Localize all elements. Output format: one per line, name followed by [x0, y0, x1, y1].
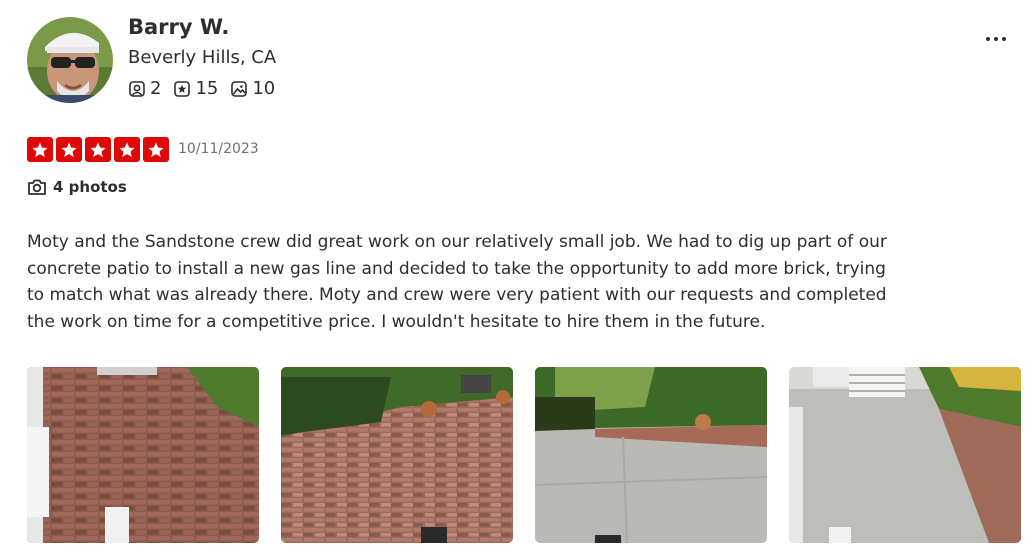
review-photo-3[interactable]: [535, 367, 767, 543]
review-photo-2[interactable]: [281, 367, 513, 543]
more-options-button[interactable]: [980, 27, 1012, 51]
reviews-count: 15: [195, 78, 219, 99]
rating-star-icon: [56, 137, 82, 162]
rating-star-icon: [143, 137, 169, 162]
review-photo-4[interactable]: [789, 367, 1021, 543]
star-rating: [27, 137, 169, 162]
reviewer-name[interactable]: Barry W.: [128, 15, 229, 39]
reviews-stat: 15: [173, 78, 218, 99]
photos-count: 10: [252, 78, 276, 99]
friends-count: 2: [150, 78, 162, 99]
more-options-icon: [986, 37, 990, 41]
review-text: Moty and the Sandstone crew did great wo…: [27, 232, 887, 332]
photos-link[interactable]: 4 photos: [27, 178, 127, 196]
review-date: 10/11/2023: [178, 141, 259, 157]
friends-icon: [129, 80, 145, 97]
camera-icon: [28, 179, 46, 195]
reviews-star-icon: [174, 80, 191, 97]
avatar[interactable]: [27, 17, 113, 103]
reviewer-location: Beverly Hills, CA: [128, 47, 277, 68]
rating-star-icon: [27, 137, 53, 162]
rating-star-icon: [85, 137, 111, 162]
review-photo-1[interactable]: [27, 367, 259, 543]
reviewer-stats: 2 15 10: [128, 78, 275, 99]
friends-stat: 2: [128, 78, 161, 99]
photo-icon: [231, 80, 248, 97]
rating-star-icon: [114, 137, 140, 162]
photos-stat: 10: [230, 78, 275, 99]
photos-label: 4 photos: [53, 178, 127, 196]
